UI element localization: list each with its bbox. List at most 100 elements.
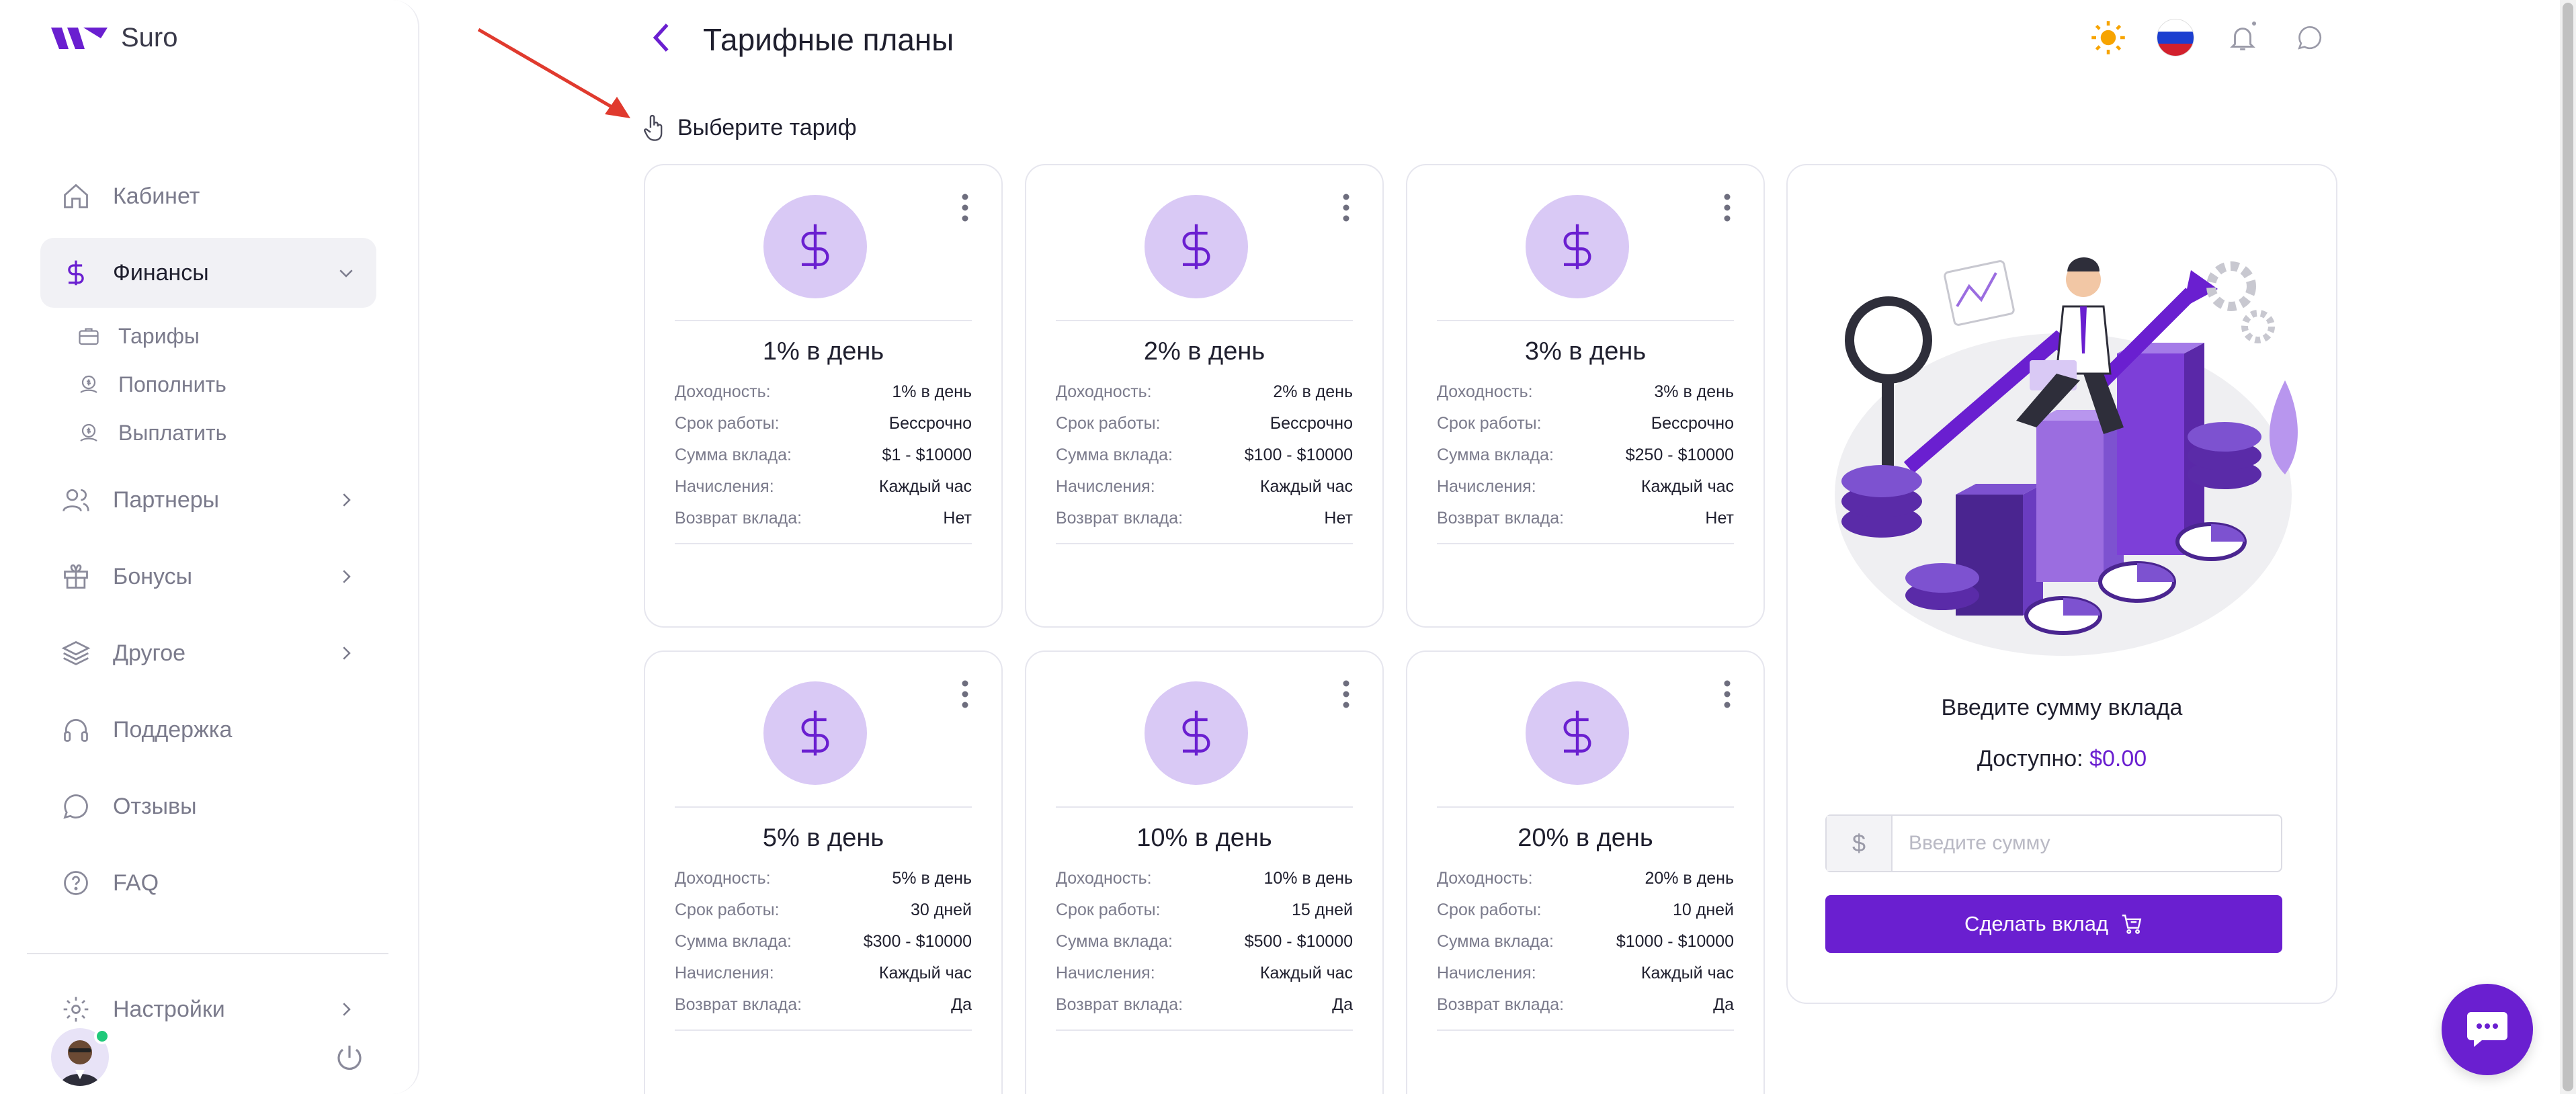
dollar-icon [59, 256, 93, 290]
sidebar-item-cabinet[interactable]: Кабинет [40, 161, 376, 231]
detail-value: Каждый час [1640, 477, 1734, 496]
detail-value: Да [1713, 995, 1734, 1014]
detail-label: Сумма вклада: [1056, 446, 1173, 464]
plan-card[interactable]: 2% в день Доходность: 2% в день Срок рабо… [1025, 164, 1384, 628]
more-vertical-icon[interactable] [961, 192, 969, 223]
sidebar-item-faq[interactable]: FAQ [40, 848, 376, 918]
sidebar-item-bonuses[interactable]: Бонусы [40, 542, 376, 612]
detail-row-refund: Возврат вклада: Да [675, 989, 972, 1021]
detail-row-yield: Доходность: 1% в день [675, 376, 972, 408]
detail-label: Срок работы: [675, 900, 780, 919]
messages-button[interactable] [2291, 19, 2329, 56]
detail-value: 2% в день [1273, 382, 1353, 401]
live-chat-button[interactable] [2442, 984, 2533, 1075]
sidebar-item-reviews[interactable]: Отзывы [40, 771, 376, 841]
notifications-button[interactable] [2224, 19, 2261, 56]
investment-illustration [1835, 257, 2298, 656]
chat-icon [59, 790, 93, 823]
detail-row-refund: Возврат вклада: Да [1056, 989, 1353, 1021]
card-divider [1056, 320, 1353, 321]
detail-row-amount: Сумма вклада: $1000 - $10000 [1437, 926, 1734, 958]
detail-label: Начисления: [1056, 964, 1155, 982]
detail-value: Нет [1705, 509, 1734, 528]
detail-value: 5% в день [892, 869, 972, 888]
more-vertical-icon[interactable] [1723, 192, 1731, 223]
gift-icon [59, 560, 93, 593]
card-divider [675, 1029, 972, 1031]
more-vertical-icon[interactable] [961, 679, 969, 710]
sidebar-subitem-withdraw[interactable]: Выплатить [75, 409, 376, 457]
detail-row-yield: Доходность: 5% в день [675, 863, 972, 894]
card-divider [675, 543, 972, 544]
detail-value: 1% в день [892, 382, 972, 401]
sidebar-item-finance[interactable]: Финансы [40, 238, 376, 308]
plan-card[interactable]: 1% в день Доходность: 1% в день Срок рабо… [644, 164, 1003, 628]
sidebar-item-support[interactable]: Поддержка [40, 695, 376, 765]
detail-label: Возврат вклада: [1437, 995, 1565, 1014]
power-icon[interactable] [333, 1042, 366, 1074]
detail-row-accrual: Начисления: Каждый час [675, 958, 972, 989]
detail-label: Доходность: [675, 382, 771, 401]
detail-label: Доходность: [1056, 382, 1152, 401]
language-selector[interactable] [2157, 19, 2194, 56]
plan-card[interactable]: 5% в день Доходность: 5% в день Срок рабо… [644, 650, 1003, 1094]
card-divider [675, 320, 972, 321]
detail-value: 3% в день [1654, 382, 1734, 401]
choose-tariff-heading: Выберите тариф [642, 113, 857, 142]
home-icon [59, 179, 93, 213]
detail-label: Сумма вклада: [675, 932, 792, 951]
detail-row-term: Срок работы: Бессрочно [1437, 408, 1734, 439]
bell-icon [2230, 28, 2255, 50]
sidebar-subitem-label: Выплатить [118, 420, 227, 445]
sidebar-item-label: Партнеры [113, 487, 220, 513]
detail-value: Бессрочно [1270, 414, 1353, 433]
brand-name: Suro [121, 23, 178, 52]
detail-label: Возврат вклада: [675, 509, 802, 528]
dollar-coin-icon [1145, 681, 1248, 785]
gear-icon [59, 993, 93, 1026]
plan-title: 2% в день [1143, 337, 1265, 366]
available-label: Доступно: [1977, 746, 2083, 771]
deposit-amount-input[interactable] [1893, 816, 2281, 871]
cart-icon [2122, 915, 2142, 934]
card-divider [1437, 320, 1734, 321]
detail-value: Каждый час [1259, 477, 1353, 496]
users-icon [59, 483, 93, 517]
detail-row-yield: Доходность: 3% в день [1437, 376, 1734, 408]
sidebar-subitem-deposit[interactable]: Пополнить [75, 360, 376, 409]
detail-value: 20% в день [1645, 869, 1734, 888]
dollar-coin-icon [1145, 195, 1248, 298]
more-vertical-icon[interactable] [1342, 192, 1350, 223]
chevron-right-icon [343, 570, 351, 583]
online-status-dot [94, 1028, 110, 1044]
sidebar-item-partners[interactable]: Партнеры [40, 465, 376, 535]
brand-logo[interactable]: Suro [50, 23, 178, 53]
sidebar-subitem-tariffs[interactable]: Тарифы [75, 312, 376, 360]
more-vertical-icon[interactable] [1723, 679, 1731, 710]
detail-label: Срок работы: [1437, 414, 1542, 433]
detail-label: Возврат вклада: [1437, 509, 1565, 528]
page-scrollbar[interactable] [2560, 0, 2576, 1094]
sidebar-item-other[interactable]: Другое [40, 618, 376, 688]
detail-value: 10% в день [1263, 869, 1353, 888]
plan-title: 20% в день [1518, 824, 1653, 852]
back-arrow-icon[interactable] [647, 20, 676, 55]
detail-value: $1000 - $10000 [1616, 932, 1734, 951]
detail-label: Начисления: [675, 964, 774, 982]
pointer-hand-icon [644, 114, 663, 141]
theme-toggle[interactable] [2089, 19, 2127, 56]
detail-value: Нет [1324, 509, 1353, 528]
deposit-panel: Введите сумму вклада Доступно: $0.00 $ С… [1786, 164, 2337, 1004]
sidebar-subitem-label: Пополнить [118, 372, 226, 396]
plan-title: 5% в день [762, 824, 884, 852]
scrollbar-thumb[interactable] [2563, 3, 2573, 1091]
detail-row-refund: Возврат вклада: Нет [675, 503, 972, 534]
detail-row-term: Срок работы: 10 дней [1437, 894, 1734, 926]
detail-value: Каждый час [1259, 964, 1353, 982]
available-amount: $0.00 [2089, 746, 2147, 771]
plan-card[interactable]: 3% в день Доходность: 3% в день Срок рабо… [1406, 164, 1765, 628]
plan-card[interactable]: 10% в день Доходность: 10% в день Срок ра… [1025, 650, 1384, 1094]
make-deposit-button[interactable]: Сделать вклад [1825, 895, 2282, 953]
more-vertical-icon[interactable] [1342, 679, 1350, 710]
plan-card[interactable]: 20% в день Доходность: 20% в день Срок ра… [1406, 650, 1765, 1094]
